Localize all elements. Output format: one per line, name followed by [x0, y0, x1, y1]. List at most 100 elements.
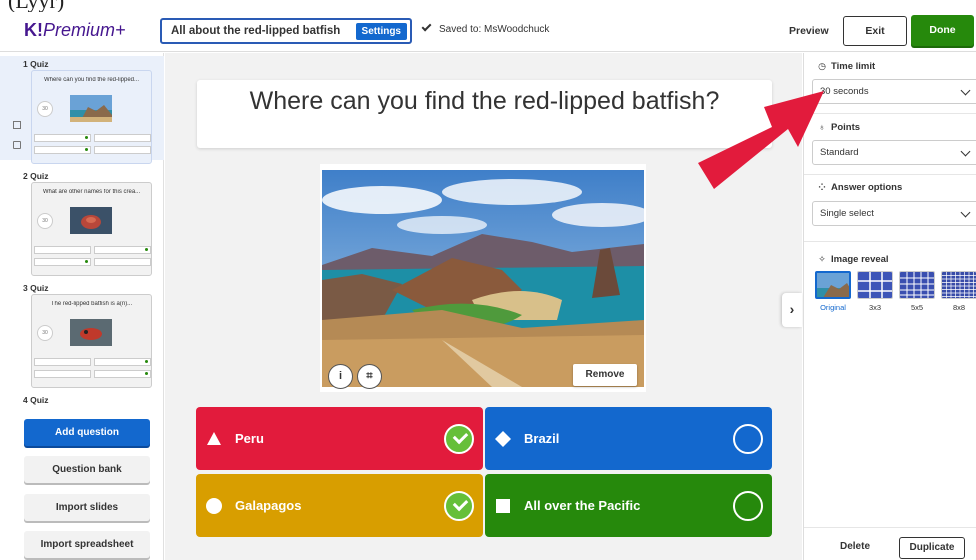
top-header: K!Premium+ All about the red-lipped batf… [0, 12, 976, 52]
chevron-down-icon [960, 207, 971, 218]
slide-2-question: What are other names for this crea... [42, 189, 141, 195]
slide-3-answer [94, 370, 151, 378]
slide-4-label: 4 Quiz [23, 395, 49, 405]
reveal-5x5-caption: 5x5 [910, 303, 924, 312]
answer-option-2[interactable]: Brazil [485, 407, 772, 470]
slide-3-thumbnail[interactable]: The red-lipped batfish is a(n)... 30 [31, 294, 152, 388]
question-input[interactable]: Where can you find the red-lipped batfis… [197, 80, 772, 148]
add-question-button[interactable]: Add question [24, 419, 150, 446]
question-text: Where can you find the red-lipped batfis… [249, 87, 720, 115]
answer-options-text: Answer options [831, 182, 903, 193]
kahoot-logo[interactable]: K!Premium+ [24, 20, 126, 41]
slide-2-answer [94, 246, 151, 254]
slide-2-timer: 30 [37, 213, 53, 229]
time-limit-text: Time limit [831, 61, 876, 72]
slide-1-answer [94, 134, 151, 142]
time-limit-label: ◷ Time limit [817, 61, 875, 72]
import-spreadsheet-button[interactable]: Import spreadsheet [24, 531, 150, 558]
remove-image-button[interactable]: Remove [573, 364, 637, 386]
slide-sidebar: 1 Quiz Where can you find the red-lipped… [0, 53, 164, 560]
quiz-title-field[interactable]: All about the red-lipped batfish Setting… [160, 18, 412, 44]
media-area[interactable]: i ⌗ Remove [320, 164, 646, 392]
reveal-5x5-option[interactable] [899, 271, 935, 299]
time-limit-select[interactable]: 30 seconds [812, 79, 976, 104]
answer-option-4[interactable]: All over the Pacific [485, 474, 772, 537]
slide-1-timer: 30 [37, 101, 53, 117]
circle-icon [206, 498, 222, 514]
check-icon [421, 21, 432, 32]
trash-icon[interactable] [13, 141, 21, 149]
top-strip: (Lyyr) [0, 0, 976, 12]
import-slides-button[interactable]: Import slides [24, 494, 150, 521]
slide-2-label: 2 Quiz [23, 171, 49, 181]
slide-2-image [70, 207, 112, 234]
correct-dot [85, 260, 88, 263]
correct-dot [145, 360, 148, 363]
correct-toggle-icon[interactable] [444, 491, 474, 521]
preview-button[interactable]: Preview [789, 25, 829, 37]
slide-3-timer: 30 [37, 325, 53, 341]
slide-2-answer [94, 258, 151, 266]
answer-4-label: All over the Pacific [524, 498, 641, 513]
chevron-down-icon [960, 146, 971, 157]
image-reveal-label: ✧ Image reveal [817, 254, 888, 265]
slide-3-answer [34, 358, 91, 366]
question-bank-button[interactable]: Question bank [24, 456, 150, 483]
correct-toggle-icon[interactable] [444, 424, 474, 454]
slide-1-question: Where can you find the red-lipped... [43, 77, 140, 83]
duplicate-button[interactable]: Duplicate [899, 537, 965, 559]
reveal-8x8-option[interactable] [941, 271, 976, 299]
clock-icon: ◷ [818, 61, 826, 71]
exit-button[interactable]: Exit [843, 16, 907, 46]
answer-2-label: Brazil [524, 431, 560, 446]
red-arrow-icon [698, 91, 824, 189]
saved-status: Saved to: MsWoodchuck [421, 21, 550, 35]
correct-dot [145, 372, 148, 375]
saved-text: Saved to: MsWoodchuck [439, 24, 550, 35]
answer-option-3[interactable]: Galapagos [196, 474, 483, 537]
collapse-panel-button[interactable]: › [782, 293, 802, 327]
slide-3-image [70, 319, 112, 346]
done-button[interactable]: Done [911, 15, 974, 46]
correct-dot [85, 148, 88, 151]
correct-toggle-icon[interactable] [733, 424, 763, 454]
points-select[interactable]: Standard [812, 140, 976, 165]
correct-dot [145, 248, 148, 251]
reveal-8x8-caption: 8x8 [952, 303, 966, 312]
slide-1-image [70, 95, 112, 122]
slide-1-answer [34, 134, 91, 142]
island-image [322, 170, 644, 387]
square-icon [496, 499, 510, 513]
reveal-5x5-image [900, 272, 934, 298]
reveal-8x8-image [942, 272, 976, 298]
divider [804, 241, 976, 242]
divider [804, 527, 976, 528]
correct-toggle-icon[interactable] [733, 491, 763, 521]
slide-1-answer [34, 146, 91, 154]
settings-button[interactable]: Settings [355, 23, 407, 40]
crop-icon[interactable]: ⌗ [357, 364, 382, 389]
diamond-icon [495, 431, 511, 447]
answer-3-label: Galapagos [235, 498, 302, 513]
correct-dot [85, 136, 88, 139]
delete-button[interactable]: Delete [840, 541, 870, 552]
quiz-title: All about the red-lipped batfish [171, 25, 341, 37]
answer-options-select[interactable]: Single select [812, 201, 976, 226]
slide-3-question: The red-lipped batfish is a(n)... [50, 301, 133, 307]
reveal-original-image [817, 273, 849, 297]
reveal-3x3-caption: 3x3 [868, 303, 882, 312]
answer-option-1[interactable]: Peru [196, 407, 483, 470]
reveal-original-option[interactable] [815, 271, 851, 299]
slide-2-answer [34, 246, 91, 254]
reveal-3x3-option[interactable] [857, 271, 893, 299]
slide-1-answer [94, 146, 151, 154]
slide-3-answer [34, 370, 91, 378]
info-icon[interactable]: i [328, 364, 353, 389]
duplicate-slide-icon[interactable] [13, 121, 21, 129]
reveal-3x3-image [858, 272, 892, 298]
slide-2-thumbnail[interactable]: What are other names for this crea... 30 [31, 182, 152, 276]
chevron-down-icon [960, 85, 971, 96]
slide-1-thumbnail[interactable]: Where can you find the red-lipped... 30 [31, 70, 152, 164]
points-text: Points [831, 122, 861, 133]
logo-mark: K! [24, 20, 43, 40]
